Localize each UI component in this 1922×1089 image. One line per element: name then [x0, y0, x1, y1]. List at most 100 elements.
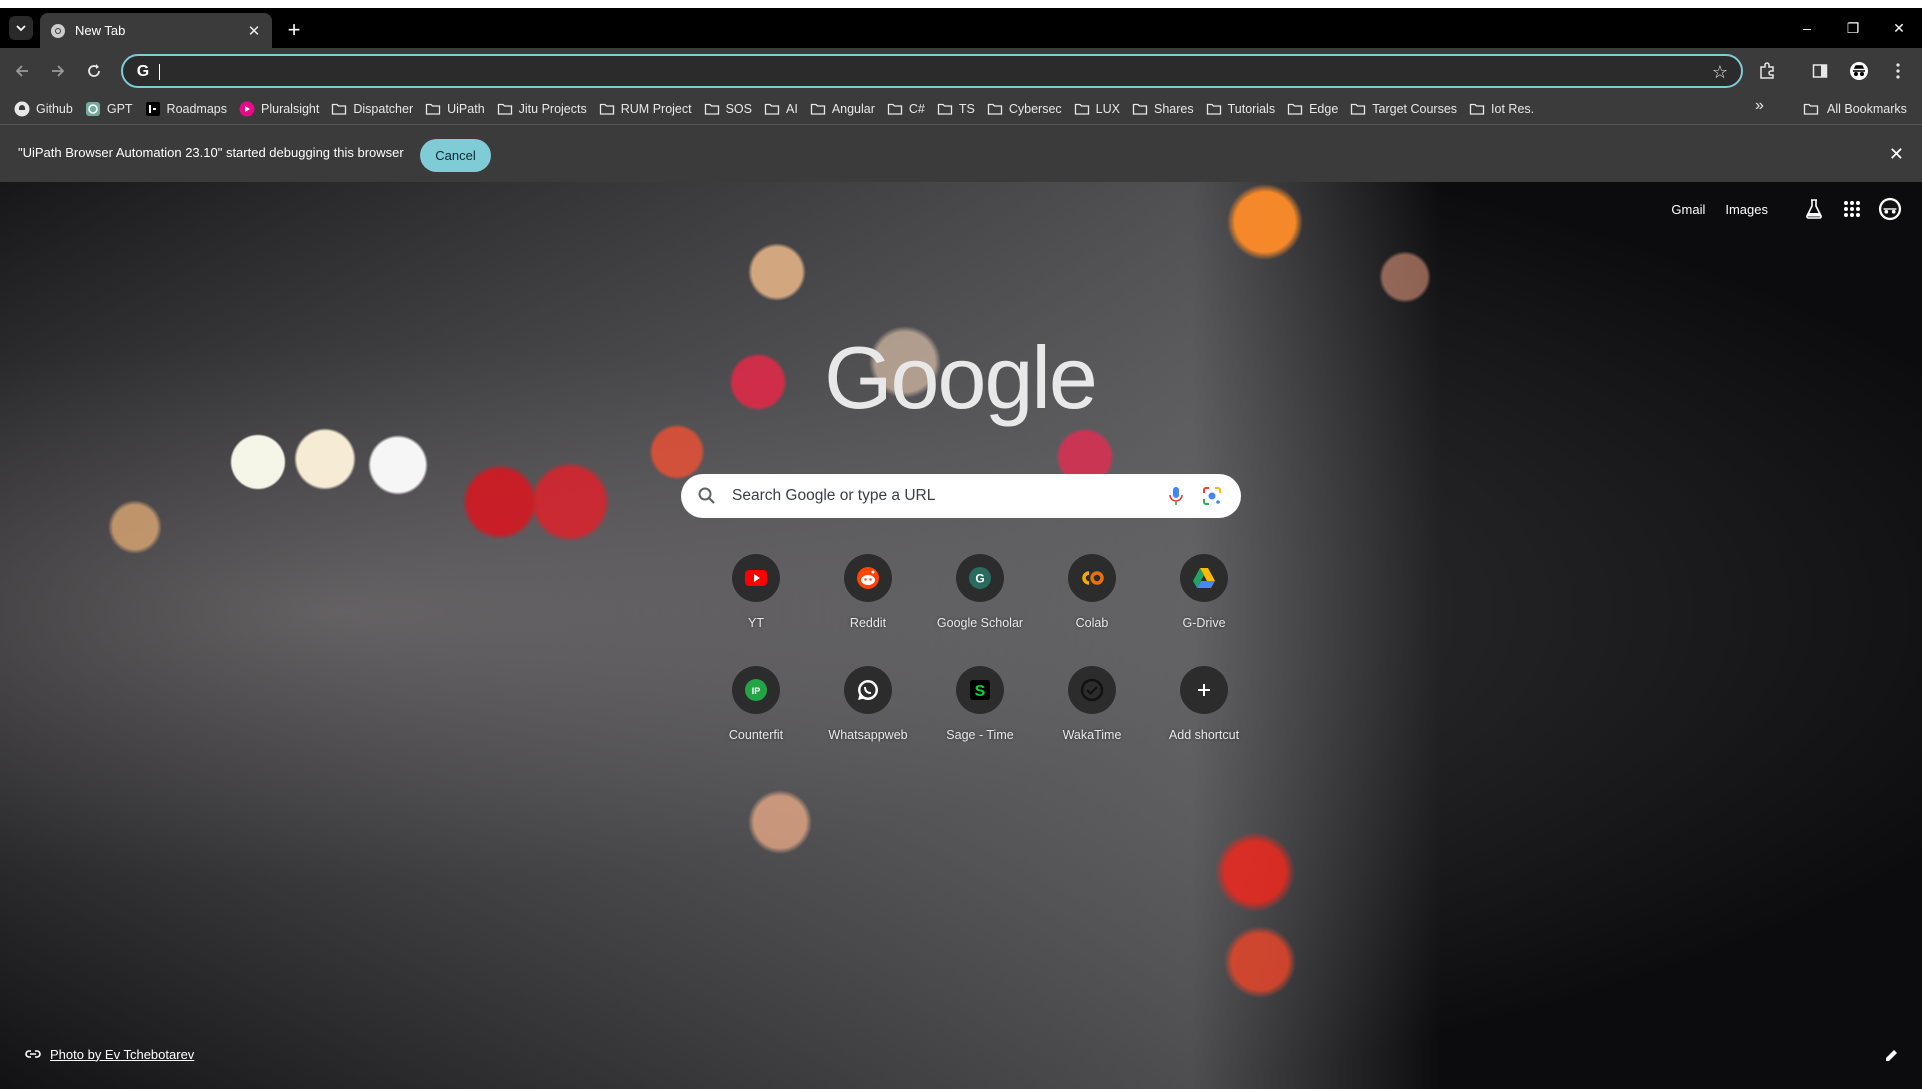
- wakatime-icon: [1080, 678, 1104, 702]
- tab-bar: New Tab ✕ + – ❐ ✕: [0, 8, 1922, 48]
- photo-credit-link[interactable]: Photo by Ev Tchebotarev: [24, 1045, 194, 1063]
- shortcut-label: Whatsappweb: [828, 728, 908, 742]
- shortcut-g-drive[interactable]: G-Drive: [1148, 546, 1260, 656]
- window-close-button[interactable]: ✕: [1876, 8, 1922, 48]
- infobar-close-icon[interactable]: ✕: [1889, 144, 1904, 165]
- account-avatar-icon[interactable]: [1878, 197, 1902, 221]
- folder-icon: [1351, 103, 1366, 115]
- images-link[interactable]: Images: [1725, 202, 1768, 217]
- restore-button[interactable]: ❐: [1830, 8, 1876, 48]
- bookmark-label: AI: [786, 102, 798, 116]
- bookmark-folder-rum-project[interactable]: RUM Project: [595, 97, 700, 121]
- folder-icon: [810, 103, 825, 115]
- shortcut-icon-bg: [732, 554, 780, 602]
- new-tab-button[interactable]: +: [282, 17, 306, 42]
- google-lens-icon[interactable]: [1201, 485, 1223, 507]
- extensions-icon[interactable]: [1756, 60, 1778, 82]
- sage-icon: S: [970, 680, 990, 700]
- bookmark-folder-uipath[interactable]: UiPath: [421, 97, 493, 121]
- bookmark-folder-shares[interactable]: Shares: [1128, 97, 1202, 121]
- shortcut-counterfit[interactable]: IP Counterfit: [700, 658, 812, 768]
- bookmark-folder-ts[interactable]: TS: [933, 97, 983, 121]
- shortcut-icon-bg: [1068, 666, 1116, 714]
- link-icon: [25, 1050, 41, 1058]
- back-button[interactable]: [10, 59, 34, 83]
- ntp-search-box[interactable]: Search Google or type a URL: [681, 474, 1241, 518]
- reload-button[interactable]: [82, 59, 106, 83]
- shortcut-icon-bg: [1068, 554, 1116, 602]
- bookmark-github[interactable]: Github: [10, 97, 81, 121]
- folder-icon: [764, 103, 780, 115]
- bookmarks-overflow-chevron-icon[interactable]: »: [1755, 97, 1764, 115]
- bookmark-folder-lux[interactable]: LUX: [1070, 97, 1128, 121]
- shortcut-google-scholar[interactable]: G Google Scholar: [924, 546, 1036, 656]
- menu-button[interactable]: [1887, 60, 1909, 82]
- add-shortcut-button[interactable]: Add shortcut: [1148, 658, 1260, 768]
- gmail-link[interactable]: Gmail: [1671, 202, 1705, 217]
- back-arrow-icon: [15, 65, 28, 77]
- pluralsight-icon: [239, 101, 255, 117]
- close-icon[interactable]: ✕: [246, 23, 262, 40]
- shortcut-label: YT: [748, 616, 764, 630]
- github-icon: [14, 101, 30, 117]
- roadmap-icon: [145, 102, 160, 116]
- photo-credit-text: Photo by Ev Tchebotarev: [50, 1046, 195, 1062]
- profile-avatar[interactable]: [1848, 60, 1870, 82]
- bookmark-folder-cybersec[interactable]: Cybersec: [983, 97, 1070, 121]
- shortcut-reddit[interactable]: Reddit: [812, 546, 924, 656]
- cancel-button[interactable]: Cancel: [420, 139, 491, 172]
- shortcut-sage-time[interactable]: S Sage - Time: [924, 658, 1036, 768]
- tab-search-button[interactable]: [9, 16, 33, 40]
- customize-pencil-icon[interactable]: [1880, 1043, 1904, 1067]
- bookmark-folder-csharp[interactable]: C#: [883, 97, 933, 121]
- bookmark-folder-angular[interactable]: Angular: [806, 97, 883, 121]
- bookmark-folder-ai[interactable]: AI: [760, 97, 806, 121]
- shortcut-colab[interactable]: Colab: [1036, 546, 1148, 656]
- svg-text:G: G: [975, 572, 984, 586]
- shortcut-whatsappweb[interactable]: Whatsappweb: [812, 658, 924, 768]
- reload-icon: [88, 64, 100, 77]
- scholar-icon: G: [969, 567, 991, 589]
- folder-icon: [1803, 103, 1819, 115]
- all-bookmarks-button[interactable]: All Bookmarks: [1803, 97, 1907, 121]
- bookmark-star-icon[interactable]: ☆: [1709, 61, 1731, 83]
- shortcut-wakatime[interactable]: WakaTime: [1036, 658, 1148, 768]
- shortcut-label: Counterfit: [728, 728, 784, 742]
- bookmark-folder-target-courses[interactable]: Target Courses: [1346, 97, 1465, 121]
- bookmark-roadmaps[interactable]: Roadmaps: [141, 97, 235, 121]
- window-top-edge: [0, 0, 1922, 8]
- bookmark-pluralsight[interactable]: Pluralsight: [235, 97, 327, 121]
- labs-flask-icon[interactable]: [1802, 197, 1826, 221]
- browser-window: New Tab ✕ + – ❐ ✕ G ☆ Github GPT Roadmap…: [0, 0, 1922, 1089]
- forward-button[interactable]: [46, 59, 70, 83]
- bookmark-folder-dispatcher[interactable]: Dispatcher: [327, 97, 421, 121]
- bookmark-folder-tutorials[interactable]: Tutorials: [1202, 97, 1283, 121]
- shortcut-icon-bg: [1180, 666, 1228, 714]
- side-panel-icon[interactable]: [1809, 60, 1831, 82]
- address-bar[interactable]: G ☆: [121, 54, 1743, 88]
- shortcut-icon-bg: [844, 554, 892, 602]
- voice-search-mic-icon[interactable]: [1165, 485, 1187, 507]
- folder-icon: [704, 103, 719, 115]
- sidebar-icon: [1812, 64, 1828, 78]
- bookmark-label: Pluralsight: [261, 102, 320, 116]
- tab-new-tab[interactable]: New Tab ✕: [40, 13, 272, 48]
- shortcut-yt[interactable]: YT: [700, 546, 812, 656]
- bookmark-gpt[interactable]: GPT: [81, 97, 141, 121]
- bookmark-folder-iot-res[interactable]: Iot Res.: [1465, 97, 1542, 121]
- svg-text:S: S: [975, 683, 986, 700]
- minimize-button[interactable]: –: [1784, 8, 1830, 48]
- bookmark-folder-edge[interactable]: Edge: [1283, 97, 1346, 121]
- svg-text:IP: IP: [752, 686, 761, 696]
- bookmark-label: SOS: [725, 102, 752, 116]
- folder-icon: [1469, 103, 1485, 115]
- infobar-message: "UiPath Browser Automation 23.10" starte…: [18, 145, 404, 160]
- bookmark-label: TS: [958, 102, 975, 116]
- puzzle-icon: [1760, 62, 1774, 79]
- bookmark-folder-jitu-projects[interactable]: Jitu Projects: [493, 97, 595, 121]
- shortcut-label: Reddit: [849, 616, 887, 630]
- apps-grid-icon[interactable]: [1840, 197, 1864, 221]
- bookmark-folder-sos[interactable]: SOS: [700, 97, 760, 121]
- ntp-header-links: Gmail Images: [1671, 197, 1902, 221]
- bookmarks-bar: Github GPT Roadmaps Pluralsight Dispatch…: [0, 94, 1922, 124]
